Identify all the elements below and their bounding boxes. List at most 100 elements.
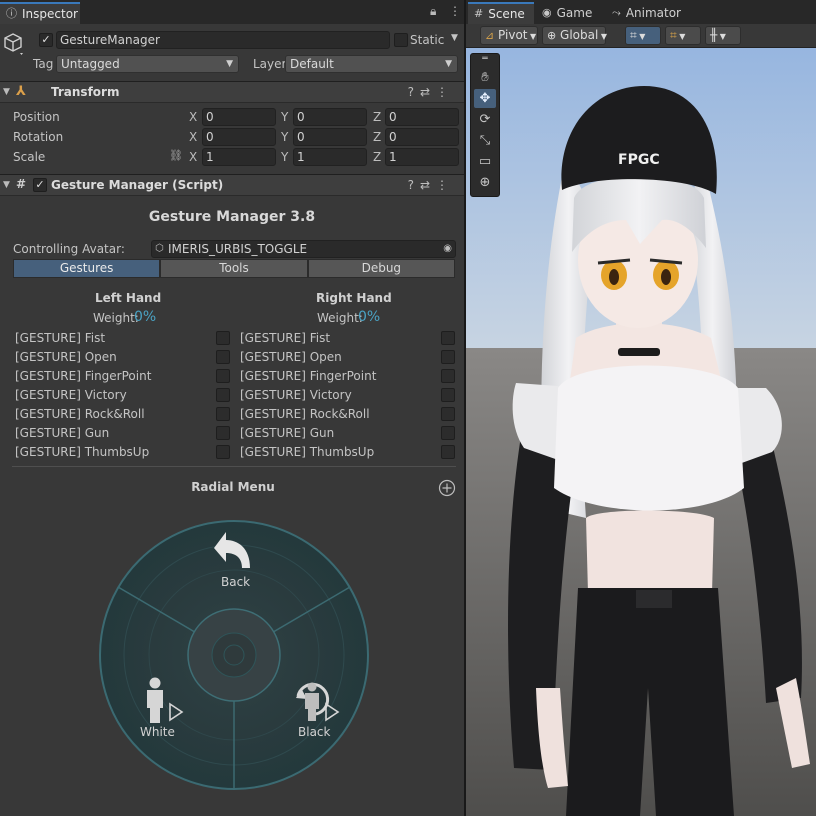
object-picker-icon[interactable]: ◉ [443, 241, 452, 257]
hand-tool-icon[interactable]: ✋︎ [474, 68, 496, 87]
chevron-down-icon: ▼ [445, 59, 452, 69]
link-scale-icon[interactable]: ⛓︎ [169, 149, 183, 162]
add-circle-icon[interactable] [438, 479, 456, 497]
object-active-checkbox[interactable]: ✓ [39, 33, 53, 47]
panel-menu-icon[interactable]: ⋮ [449, 4, 461, 18]
axis-z-label[interactable]: Z [373, 130, 381, 144]
left-hand-heading: Left Hand [95, 291, 162, 305]
axis-y-label[interactable]: Y [281, 150, 288, 164]
left-gesture-checkbox[interactable] [216, 445, 230, 459]
tab-debug[interactable]: Debug [307, 259, 455, 278]
radial-menu[interactable] [98, 518, 371, 808]
transform-tool-icon[interactable]: ⊕ [474, 173, 496, 192]
right-gesture-checkbox[interactable] [441, 331, 455, 345]
tab-inspector[interactable]: ⓘ Inspector [0, 2, 80, 24]
object-name-field[interactable]: GestureManager [56, 31, 390, 49]
palette-grip-icon[interactable]: ═ [474, 55, 496, 64]
global-toggle[interactable]: ⊕ Global ▼ [542, 26, 607, 45]
settings-sliders-icon[interactable]: ⇄ [420, 85, 436, 99]
tab-animator[interactable]: ⤳ Animator [606, 2, 689, 24]
layer-dropdown[interactable]: Default ▼ [285, 55, 458, 73]
position-z-field[interactable]: 0 [385, 108, 459, 126]
gesture-manager-header[interactable]: ▼ # ✓ Gesture Manager (Script) ?⇄⋮ [0, 174, 464, 196]
right-gesture-checkbox[interactable] [441, 426, 455, 440]
rect-tool-icon[interactable]: ▭ [474, 152, 496, 171]
right-gesture-checkbox[interactable] [441, 407, 455, 421]
component-header-icons[interactable]: ?⇄⋮ [408, 85, 454, 99]
tag-label: Tag [33, 57, 54, 71]
rotation-x-field[interactable]: 0 [202, 128, 276, 146]
left-gesture-checkbox[interactable] [216, 407, 230, 421]
tag-dropdown[interactable]: Untagged ▼ [56, 55, 239, 73]
rotation-y-field[interactable]: 0 [293, 128, 367, 146]
transform-row-label: Position [13, 110, 60, 124]
script-enabled-checkbox[interactable]: ✓ [33, 178, 47, 192]
right-gesture-checkbox[interactable] [441, 445, 455, 459]
right-gesture-checkbox[interactable] [441, 369, 455, 383]
position-x-field[interactable]: 0 [202, 108, 276, 126]
axis-x-label[interactable]: X [189, 150, 197, 164]
right-hand-heading: Right Hand [316, 291, 392, 305]
help-icon[interactable]: ? [408, 85, 420, 99]
position-y-field[interactable]: 0 [293, 108, 367, 126]
move-tool-icon[interactable]: ✥ [474, 89, 496, 108]
scene-viewport[interactable]: FPGC [466, 48, 816, 816]
axis-z-label[interactable]: Z [373, 150, 381, 164]
tab-tools[interactable]: Tools [160, 259, 308, 278]
help-icon[interactable]: ? [408, 178, 420, 192]
right-gesture-label: [GESTURE] Victory [240, 388, 352, 402]
rotate-tool-icon[interactable]: ⟳ [474, 110, 496, 129]
chevron-down-icon: ▼ [226, 59, 233, 69]
settings-sliders-icon[interactable]: ⇄ [420, 178, 436, 192]
scale-tool-icon[interactable]: ⤡ [474, 131, 496, 150]
scale-z-field[interactable]: 1 [385, 148, 459, 166]
component-header-icons[interactable]: ?⇄⋮ [408, 178, 454, 192]
chevron-down-icon: ▼ [717, 32, 726, 41]
left-gesture-label: [GESTURE] Open [15, 350, 117, 364]
axis-y-label[interactable]: Y [281, 130, 288, 144]
radial-back-label[interactable]: Back [221, 575, 250, 589]
axis-z-label[interactable]: Z [373, 110, 381, 124]
increment-snap-toggle[interactable]: ⌗ ▼ [665, 26, 701, 45]
transform-title: Transform [51, 85, 120, 99]
left-gesture-checkbox[interactable] [216, 388, 230, 402]
lock-icon[interactable]: 🔒︎ [430, 4, 436, 19]
component-menu-icon[interactable]: ⋮ [436, 85, 454, 99]
tab-gestures[interactable]: Gestures [13, 259, 161, 278]
chevron-down-icon: ▼ [527, 32, 537, 41]
foldout-arrow-icon[interactable]: ▼ [3, 180, 10, 190]
foldout-arrow-icon[interactable]: ▼ [3, 87, 10, 97]
scale-x-field[interactable]: 1 [202, 148, 276, 166]
inspector-panel: ⓘ Inspector 🔒︎ ⋮ ✓ GestureManager Static… [0, 0, 464, 816]
radial-white-label[interactable]: White [140, 725, 175, 739]
tab-scene[interactable]: # Scene [468, 2, 534, 24]
right-gesture-checkbox[interactable] [441, 350, 455, 364]
ruler-snap-toggle[interactable]: ╫ ▼ [705, 26, 741, 45]
globe-icon: ⊕ [547, 29, 557, 42]
axis-x-label[interactable]: X [189, 130, 197, 144]
scale-y-field[interactable]: 1 [293, 148, 367, 166]
gesture-manager-tabs: Gestures Tools Debug [13, 259, 455, 278]
tab-game[interactable]: ◉ Game [536, 2, 600, 24]
static-dropdown-icon[interactable]: ▼ [451, 33, 458, 43]
controlling-avatar-field[interactable]: ⬡ IMERIS_URBIS_TOGGLE ◉ [151, 240, 456, 258]
axis-x-label[interactable]: X [189, 110, 197, 124]
grid-snap-toggle[interactable]: ⌗ ▼ [625, 26, 661, 45]
left-gesture-checkbox[interactable] [216, 331, 230, 345]
transform-row-label: Rotation [13, 130, 64, 144]
static-checkbox[interactable] [394, 33, 408, 47]
component-menu-icon[interactable]: ⋮ [436, 178, 454, 192]
left-gesture-label: [GESTURE] ThumbsUp [15, 445, 150, 459]
left-gesture-label: [GESTURE] FingerPoint [15, 369, 152, 383]
rotation-z-field[interactable]: 0 [385, 128, 459, 146]
radial-black-label[interactable]: Black [298, 725, 330, 739]
pivot-toggle[interactable]: ⊿ Pivot ▼ [480, 26, 538, 45]
left-gesture-checkbox[interactable] [216, 369, 230, 383]
section-divider [12, 466, 456, 467]
axis-y-label[interactable]: Y [281, 110, 288, 124]
script-icon: # [16, 177, 27, 191]
right-gesture-checkbox[interactable] [441, 388, 455, 402]
left-gesture-checkbox[interactable] [216, 350, 230, 364]
transform-header[interactable]: ▼ ⅄ Transform ?⇄⋮ [0, 81, 464, 103]
left-gesture-checkbox[interactable] [216, 426, 230, 440]
